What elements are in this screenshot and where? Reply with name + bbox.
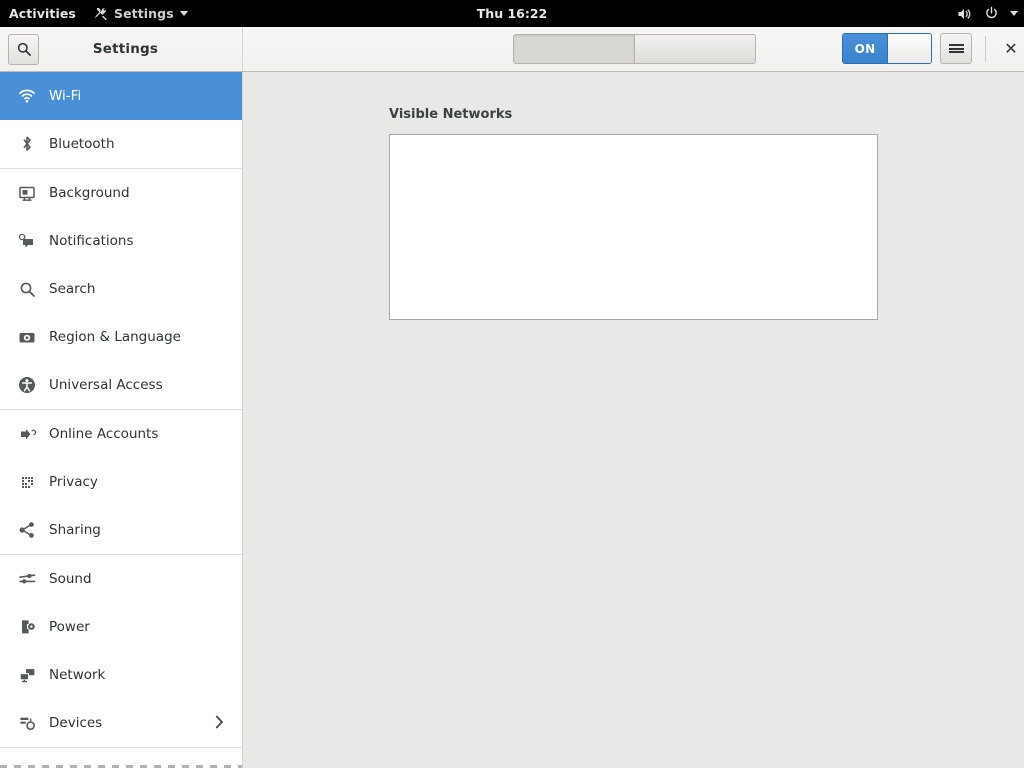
app-menu-button[interactable]: Settings <box>94 0 188 27</box>
sidebar-item-background[interactable]: Background <box>0 169 242 217</box>
toggle-on-label: ON <box>843 34 887 63</box>
sidebar-item-label: Universal Access <box>49 377 163 393</box>
close-window-button[interactable]: ✕ <box>996 33 1024 64</box>
sidebar-item-sound[interactable]: Sound <box>0 555 242 603</box>
sidebar-item-notifications[interactable]: Notifications <box>0 217 242 265</box>
sidebar-item-label: Privacy <box>49 474 98 490</box>
sidebar-item-bluetooth[interactable]: Bluetooth <box>0 120 242 168</box>
header-separator <box>985 36 986 62</box>
sidebar-item-wi-fi[interactable]: Wi-Fi <box>0 72 242 120</box>
hamburger-menu-icon <box>948 43 964 55</box>
caret-down-icon <box>179 11 188 16</box>
activities-button[interactable]: Activities <box>9 0 76 27</box>
sidebar-item-label: Network <box>49 667 106 683</box>
bluetooth-icon <box>14 135 40 153</box>
chevron-right-icon <box>215 715 224 732</box>
settings-sidebar[interactable]: Wi-Fi Bluetooth Background Notifications… <box>0 72 243 768</box>
sidebar-item-sharing[interactable]: Sharing <box>0 506 242 554</box>
sidebar-separator <box>0 747 242 748</box>
devices-icon <box>14 715 40 732</box>
sidebar-item-label: Sound <box>49 571 92 587</box>
toggle-knob[interactable] <box>886 34 931 63</box>
region-language-icon <box>14 330 40 345</box>
sidebar-item-label: Devices <box>49 715 103 731</box>
sidebar-item-label: Wi-Fi <box>49 88 82 104</box>
wifi-panel-inner: Visible Networks <box>244 72 1024 320</box>
sidebar-item-label: Sharing <box>49 522 101 538</box>
sidebar-item-label: Region & Language <box>49 329 181 345</box>
power-battery-icon <box>14 618 40 636</box>
sidebar-item-label: Bluetooth <box>49 136 115 152</box>
activities-label: Activities <box>9 6 76 21</box>
clock-label: Thu 16:22 <box>476 6 548 21</box>
volume-speaker-icon[interactable] <box>957 7 973 21</box>
sidebar-item-network[interactable]: Network <box>0 651 242 699</box>
power-icon[interactable] <box>984 6 999 21</box>
system-status-area[interactable] <box>957 0 1018 27</box>
sidebar-item-label: Notifications <box>49 233 134 249</box>
header-left-section: Settings <box>0 27 243 71</box>
app-menu-label: Settings <box>113 6 174 21</box>
sidebar-item-label: Background <box>49 185 130 201</box>
search-icon <box>17 42 31 56</box>
sound-icon <box>14 572 40 586</box>
sidebar-item-online-accounts[interactable]: Online Accounts <box>0 410 242 458</box>
network-icon <box>14 667 40 684</box>
visible-networks-heading: Visible Networks <box>389 107 513 122</box>
sharing-icon <box>14 521 40 539</box>
page-title: Settings <box>92 41 159 57</box>
sidebar-item-power[interactable]: Power <box>0 603 242 651</box>
hamburger-menu-button[interactable] <box>940 33 972 64</box>
segmented-button-right[interactable] <box>635 35 755 63</box>
segmented-button-group[interactable] <box>513 34 756 64</box>
visible-networks-list[interactable] <box>389 134 878 320</box>
wifi-icon <box>14 88 40 104</box>
gnome-top-bar: Activities Settings Thu 16:22 <box>0 0 1024 27</box>
universal-access-icon <box>14 376 40 394</box>
sidebar-item-label: Search <box>49 281 96 297</box>
close-x-icon: ✕ <box>1004 39 1018 58</box>
segmented-button-left[interactable] <box>514 35 635 63</box>
sidebar-item-search[interactable]: Search <box>0 265 242 313</box>
sidebar-item-region-language[interactable]: Region & Language <box>0 313 242 361</box>
search-icon <box>14 281 40 298</box>
window-header-bar: Settings ON ✕ <box>0 27 1024 72</box>
privacy-icon <box>14 474 40 491</box>
wifi-panel-content: Visible Networks <box>244 72 1024 768</box>
settings-window: Settings ON ✕ Wi-Fi Bluetooth Background… <box>0 27 1024 768</box>
online-accounts-icon <box>14 426 40 443</box>
search-button[interactable] <box>8 33 39 65</box>
sidebar-item-devices[interactable]: Devices <box>0 699 242 747</box>
sidebar-item-label: Online Accounts <box>49 426 159 442</box>
header-right-section: ON ✕ <box>243 27 1024 71</box>
sidebar-item-label: Power <box>49 619 90 635</box>
sidebar-item-universal-access[interactable]: Universal Access <box>0 361 242 409</box>
settings-wrench-icon <box>94 7 108 21</box>
background-icon <box>14 185 40 202</box>
system-menu-caret-down-icon[interactable] <box>1010 11 1018 16</box>
notifications-icon <box>14 233 40 250</box>
sidebar-item-privacy[interactable]: Privacy <box>0 458 242 506</box>
top-bar-left-group: Activities Settings <box>0 0 188 27</box>
wifi-toggle-switch[interactable]: ON <box>842 33 932 64</box>
